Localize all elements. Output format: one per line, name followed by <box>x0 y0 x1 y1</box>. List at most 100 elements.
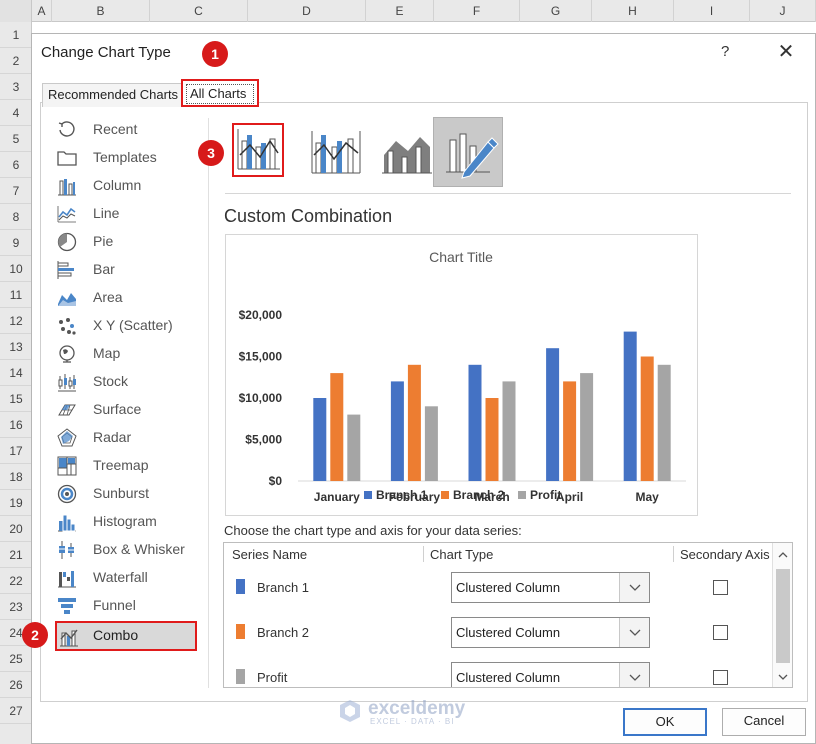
subtype-clustered-column-line-secondary[interactable] <box>302 117 372 187</box>
row-header-15[interactable]: 15 <box>0 386 32 412</box>
bar-branch-1 <box>623 331 637 481</box>
dropdown-button[interactable] <box>619 663 649 687</box>
series-name: Profit <box>257 670 288 685</box>
chart-type-recent[interactable]: Recent <box>51 115 211 143</box>
clustered-column-line-icon <box>237 129 280 170</box>
row-header-18[interactable]: 18 <box>0 464 32 490</box>
chart-type-area[interactable]: Area <box>51 283 211 311</box>
chart-type-waterfall[interactable]: Waterfall <box>51 563 211 591</box>
column-header-g[interactable]: G <box>520 0 592 22</box>
header-separator <box>673 546 674 562</box>
column-header-i[interactable]: I <box>674 0 750 22</box>
row-header-9[interactable]: 9 <box>0 230 32 256</box>
column-header-j[interactable]: J <box>750 0 816 22</box>
cancel-button[interactable]: Cancel <box>722 708 806 736</box>
chart-type-bar[interactable]: Bar <box>51 255 211 283</box>
exceldemy-logo-icon <box>340 700 360 722</box>
column-header-c[interactable]: C <box>150 0 248 22</box>
row-header-14[interactable]: 14 <box>0 360 32 386</box>
header-chart-type: Chart Type <box>430 547 494 562</box>
chart-type-dropdown[interactable]: Clustered Column <box>451 662 650 687</box>
chart-type-dropdown[interactable]: Clustered Column <box>451 617 650 648</box>
row-header-12[interactable]: 12 <box>0 308 32 334</box>
tab-all-charts[interactable]: All Charts <box>181 79 259 107</box>
row-header-20[interactable]: 20 <box>0 516 32 542</box>
column-header-f[interactable]: F <box>434 0 520 22</box>
series-table: Series Name Chart Type Secondary Axis Br… <box>223 542 793 688</box>
watermark: exceldemy EXCEL · DATA · BI <box>338 697 488 727</box>
map-chart-icon <box>59 345 75 363</box>
row-header-27[interactable]: 27 <box>0 698 32 724</box>
row-header-16[interactable]: 16 <box>0 412 32 438</box>
column-header-a[interactable]: A <box>32 0 52 22</box>
tab-recommended-charts[interactable]: Recommended Charts <box>42 83 185 107</box>
chart-type-label: Funnel <box>93 597 136 613</box>
row-header-8[interactable]: 8 <box>0 204 32 230</box>
chart-type-map[interactable]: Map <box>51 339 211 367</box>
chart-type-box-whisker[interactable]: Box & Whisker <box>51 535 211 563</box>
step-badge-2: 2 <box>22 622 48 648</box>
row-header-6[interactable]: 6 <box>0 152 32 178</box>
chart-type-label: Waterfall <box>93 569 148 585</box>
chart-type-funnel[interactable]: Funnel <box>51 591 211 619</box>
row-header-7[interactable]: 7 <box>0 178 32 204</box>
chart-type-radar[interactable]: Radar <box>51 423 211 451</box>
scroll-down-icon[interactable] <box>777 671 789 683</box>
ok-button[interactable]: OK <box>623 708 707 736</box>
secondary-axis-checkbox[interactable] <box>713 670 728 685</box>
row-header-3[interactable]: 3 <box>0 74 32 100</box>
column-header-e[interactable]: E <box>366 0 434 22</box>
row-header-22[interactable]: 22 <box>0 568 32 594</box>
row-header-10[interactable]: 10 <box>0 256 32 282</box>
row-header-13[interactable]: 13 <box>0 334 32 360</box>
select-all-corner[interactable] <box>0 0 32 22</box>
secondary-axis-checkbox[interactable] <box>713 625 728 640</box>
subtype-clustered-column-line[interactable] <box>232 123 284 177</box>
dropdown-button[interactable] <box>619 618 649 647</box>
chart-type-combo[interactable]: Combo <box>55 621 197 651</box>
row-header-23[interactable]: 23 <box>0 594 32 620</box>
bar-chart-icon <box>57 261 74 279</box>
chart-type-stock[interactable]: Stock <box>51 367 211 395</box>
dropdown-button[interactable] <box>619 573 649 602</box>
chart-type-pie[interactable]: Pie <box>51 227 211 255</box>
chart-type-sunburst[interactable]: Sunburst <box>51 479 211 507</box>
y-tick-label: $5,000 <box>245 433 282 447</box>
chart-type-label: X Y (Scatter) <box>93 317 173 333</box>
chart-type-templates[interactable]: Templates <box>51 143 211 171</box>
row-header-17[interactable]: 17 <box>0 438 32 464</box>
treemap-chart-icon <box>57 456 77 476</box>
row-header-5[interactable]: 5 <box>0 126 32 152</box>
chart-type-line[interactable]: Line <box>51 199 211 227</box>
chart-type-histogram[interactable]: Histogram <box>51 507 211 535</box>
header-series-name: Series Name <box>232 547 308 562</box>
pie-chart-icon <box>57 232 77 252</box>
close-button[interactable]: ✕ <box>772 38 800 66</box>
row-header-25[interactable]: 25 <box>0 646 32 672</box>
row-header-4[interactable]: 4 <box>0 100 32 126</box>
column-header-d[interactable]: D <box>248 0 366 22</box>
row-header-26[interactable]: 26 <box>0 672 32 698</box>
help-button[interactable]: ? <box>721 43 729 60</box>
column-header-h[interactable]: H <box>592 0 674 22</box>
chart-type-column[interactable]: Column <box>51 171 211 199</box>
chart-type-label: Radar <box>93 429 132 445</box>
chart-type-surface[interactable]: Surface <box>51 395 211 423</box>
row-header-21[interactable]: 21 <box>0 542 32 568</box>
subtype-stacked-area-clustered-column[interactable] <box>372 117 442 187</box>
scrollbar-thumb[interactable] <box>776 569 790 663</box>
column-header-b[interactable]: B <box>52 0 150 22</box>
subtype-custom-combination[interactable] <box>433 117 503 187</box>
row-header-11[interactable]: 11 <box>0 282 32 308</box>
row-header-2[interactable]: 2 <box>0 48 32 74</box>
row-header-19[interactable]: 19 <box>0 490 32 516</box>
chart-type-treemap[interactable]: Treemap <box>51 451 211 479</box>
chart-type-label: Stock <box>93 373 129 389</box>
secondary-axis-checkbox[interactable] <box>713 580 728 595</box>
series-table-scrollbar[interactable] <box>772 543 792 687</box>
step-badge-1: 1 <box>202 41 228 67</box>
scroll-up-icon[interactable] <box>777 549 789 561</box>
row-header-1[interactable]: 1 <box>0 22 32 48</box>
chart-type-dropdown[interactable]: Clustered Column <box>451 572 650 603</box>
chart-type-xy-scatter[interactable]: X Y (Scatter) <box>51 311 211 339</box>
